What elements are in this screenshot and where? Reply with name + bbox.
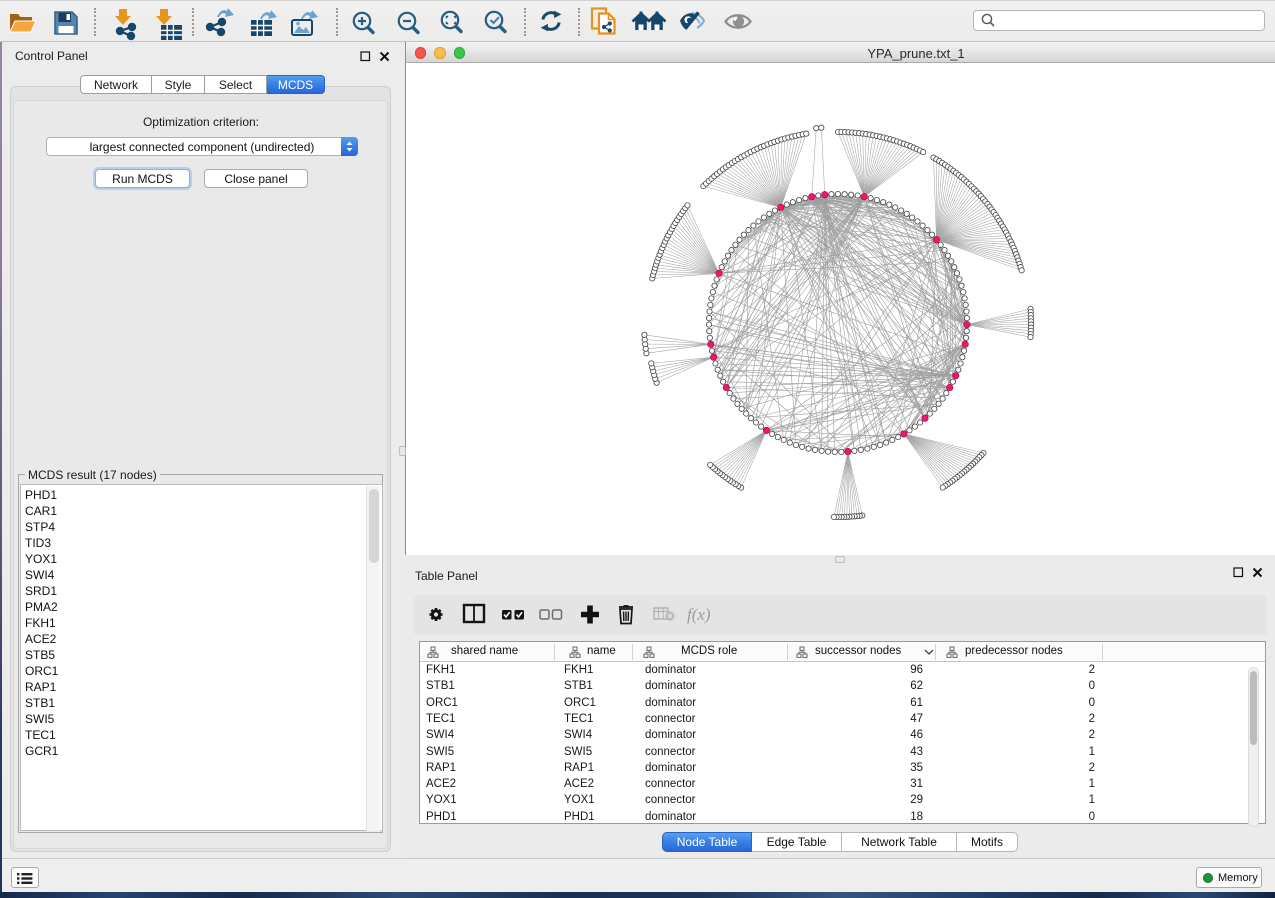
- svg-text:f(x): f(x): [687, 605, 711, 624]
